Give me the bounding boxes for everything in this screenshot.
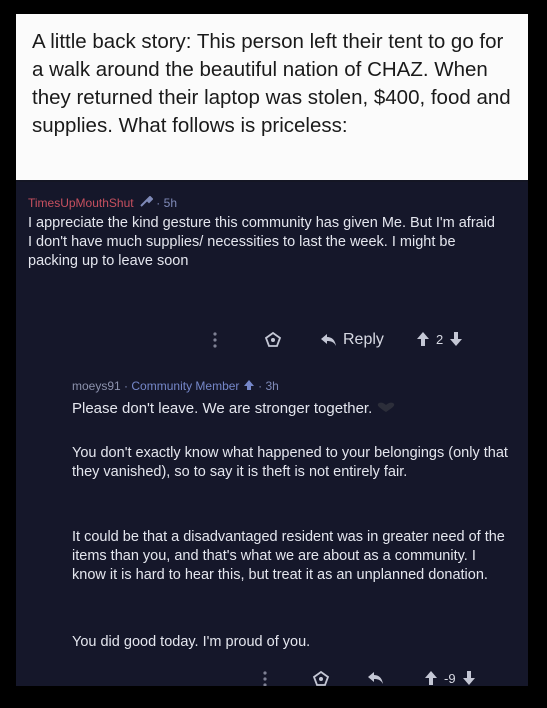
meta-separator: · bbox=[156, 196, 161, 210]
award-icon[interactable] bbox=[264, 331, 282, 349]
more-options-icon[interactable] bbox=[262, 670, 268, 686]
reply-paragraph-1: Please don't leave. We are stronger toge… bbox=[72, 399, 512, 418]
comment-meta: TimesUpMouthShut · 5h bbox=[28, 196, 177, 210]
reply-age: 3h bbox=[265, 379, 279, 393]
reply-label: Reply bbox=[343, 331, 384, 348]
caption-text: A little back story: This person left th… bbox=[32, 30, 511, 137]
vote-controls: 2 bbox=[416, 331, 463, 347]
meta-separator: · bbox=[258, 379, 263, 393]
downvote-arrow-icon[interactable] bbox=[449, 331, 463, 347]
reply-meta: moeys91 · Community Member · 3h bbox=[72, 379, 279, 393]
more-options-icon[interactable] bbox=[212, 331, 218, 349]
comment-username[interactable]: TimesUpMouthShut bbox=[28, 196, 134, 210]
reply-score: -9 bbox=[444, 670, 456, 686]
reply-paragraph-2: You don't exactly know what happened to … bbox=[72, 445, 508, 480]
upvote-arrow-icon[interactable] bbox=[416, 331, 430, 347]
reply-arrow-icon[interactable] bbox=[366, 670, 384, 686]
meta-separator: · bbox=[124, 379, 129, 393]
comment-score: 2 bbox=[436, 331, 444, 347]
award-icon[interactable] bbox=[312, 670, 330, 686]
screenshot-frame: A little back story: This person left th… bbox=[16, 14, 528, 686]
reply-paragraph-1-text: Please don't leave. We are stronger toge… bbox=[72, 400, 373, 417]
comment-age: 5h bbox=[163, 196, 177, 210]
comment-body: I appreciate the kind gesture this commu… bbox=[28, 215, 495, 269]
downvote-arrow-icon[interactable] bbox=[462, 670, 476, 686]
comment-thread: TimesUpMouthShut · 5h I appreciate the k… bbox=[16, 182, 528, 686]
comment-actions: Reply 2 bbox=[16, 331, 528, 355]
heart-icon bbox=[378, 402, 395, 412]
upvote-arrow-icon[interactable] bbox=[424, 670, 438, 686]
flair-label: Community Member bbox=[131, 379, 240, 393]
reply-actions: -9 bbox=[16, 670, 528, 686]
reply-vote-controls: -9 bbox=[424, 670, 476, 686]
reply-username[interactable]: moeys91 bbox=[72, 379, 121, 393]
wrench-icon bbox=[140, 196, 153, 207]
reply-arrow-icon bbox=[321, 334, 336, 346]
caption-box: A little back story: This person left th… bbox=[16, 14, 528, 180]
reply-button[interactable]: Reply bbox=[319, 331, 384, 349]
reply-paragraph-4: You did good today. I'm proud of you. bbox=[72, 634, 311, 650]
reply-paragraph-3: It could be that a disadvantaged residen… bbox=[72, 529, 505, 583]
flair-arrow-icon bbox=[243, 380, 254, 390]
